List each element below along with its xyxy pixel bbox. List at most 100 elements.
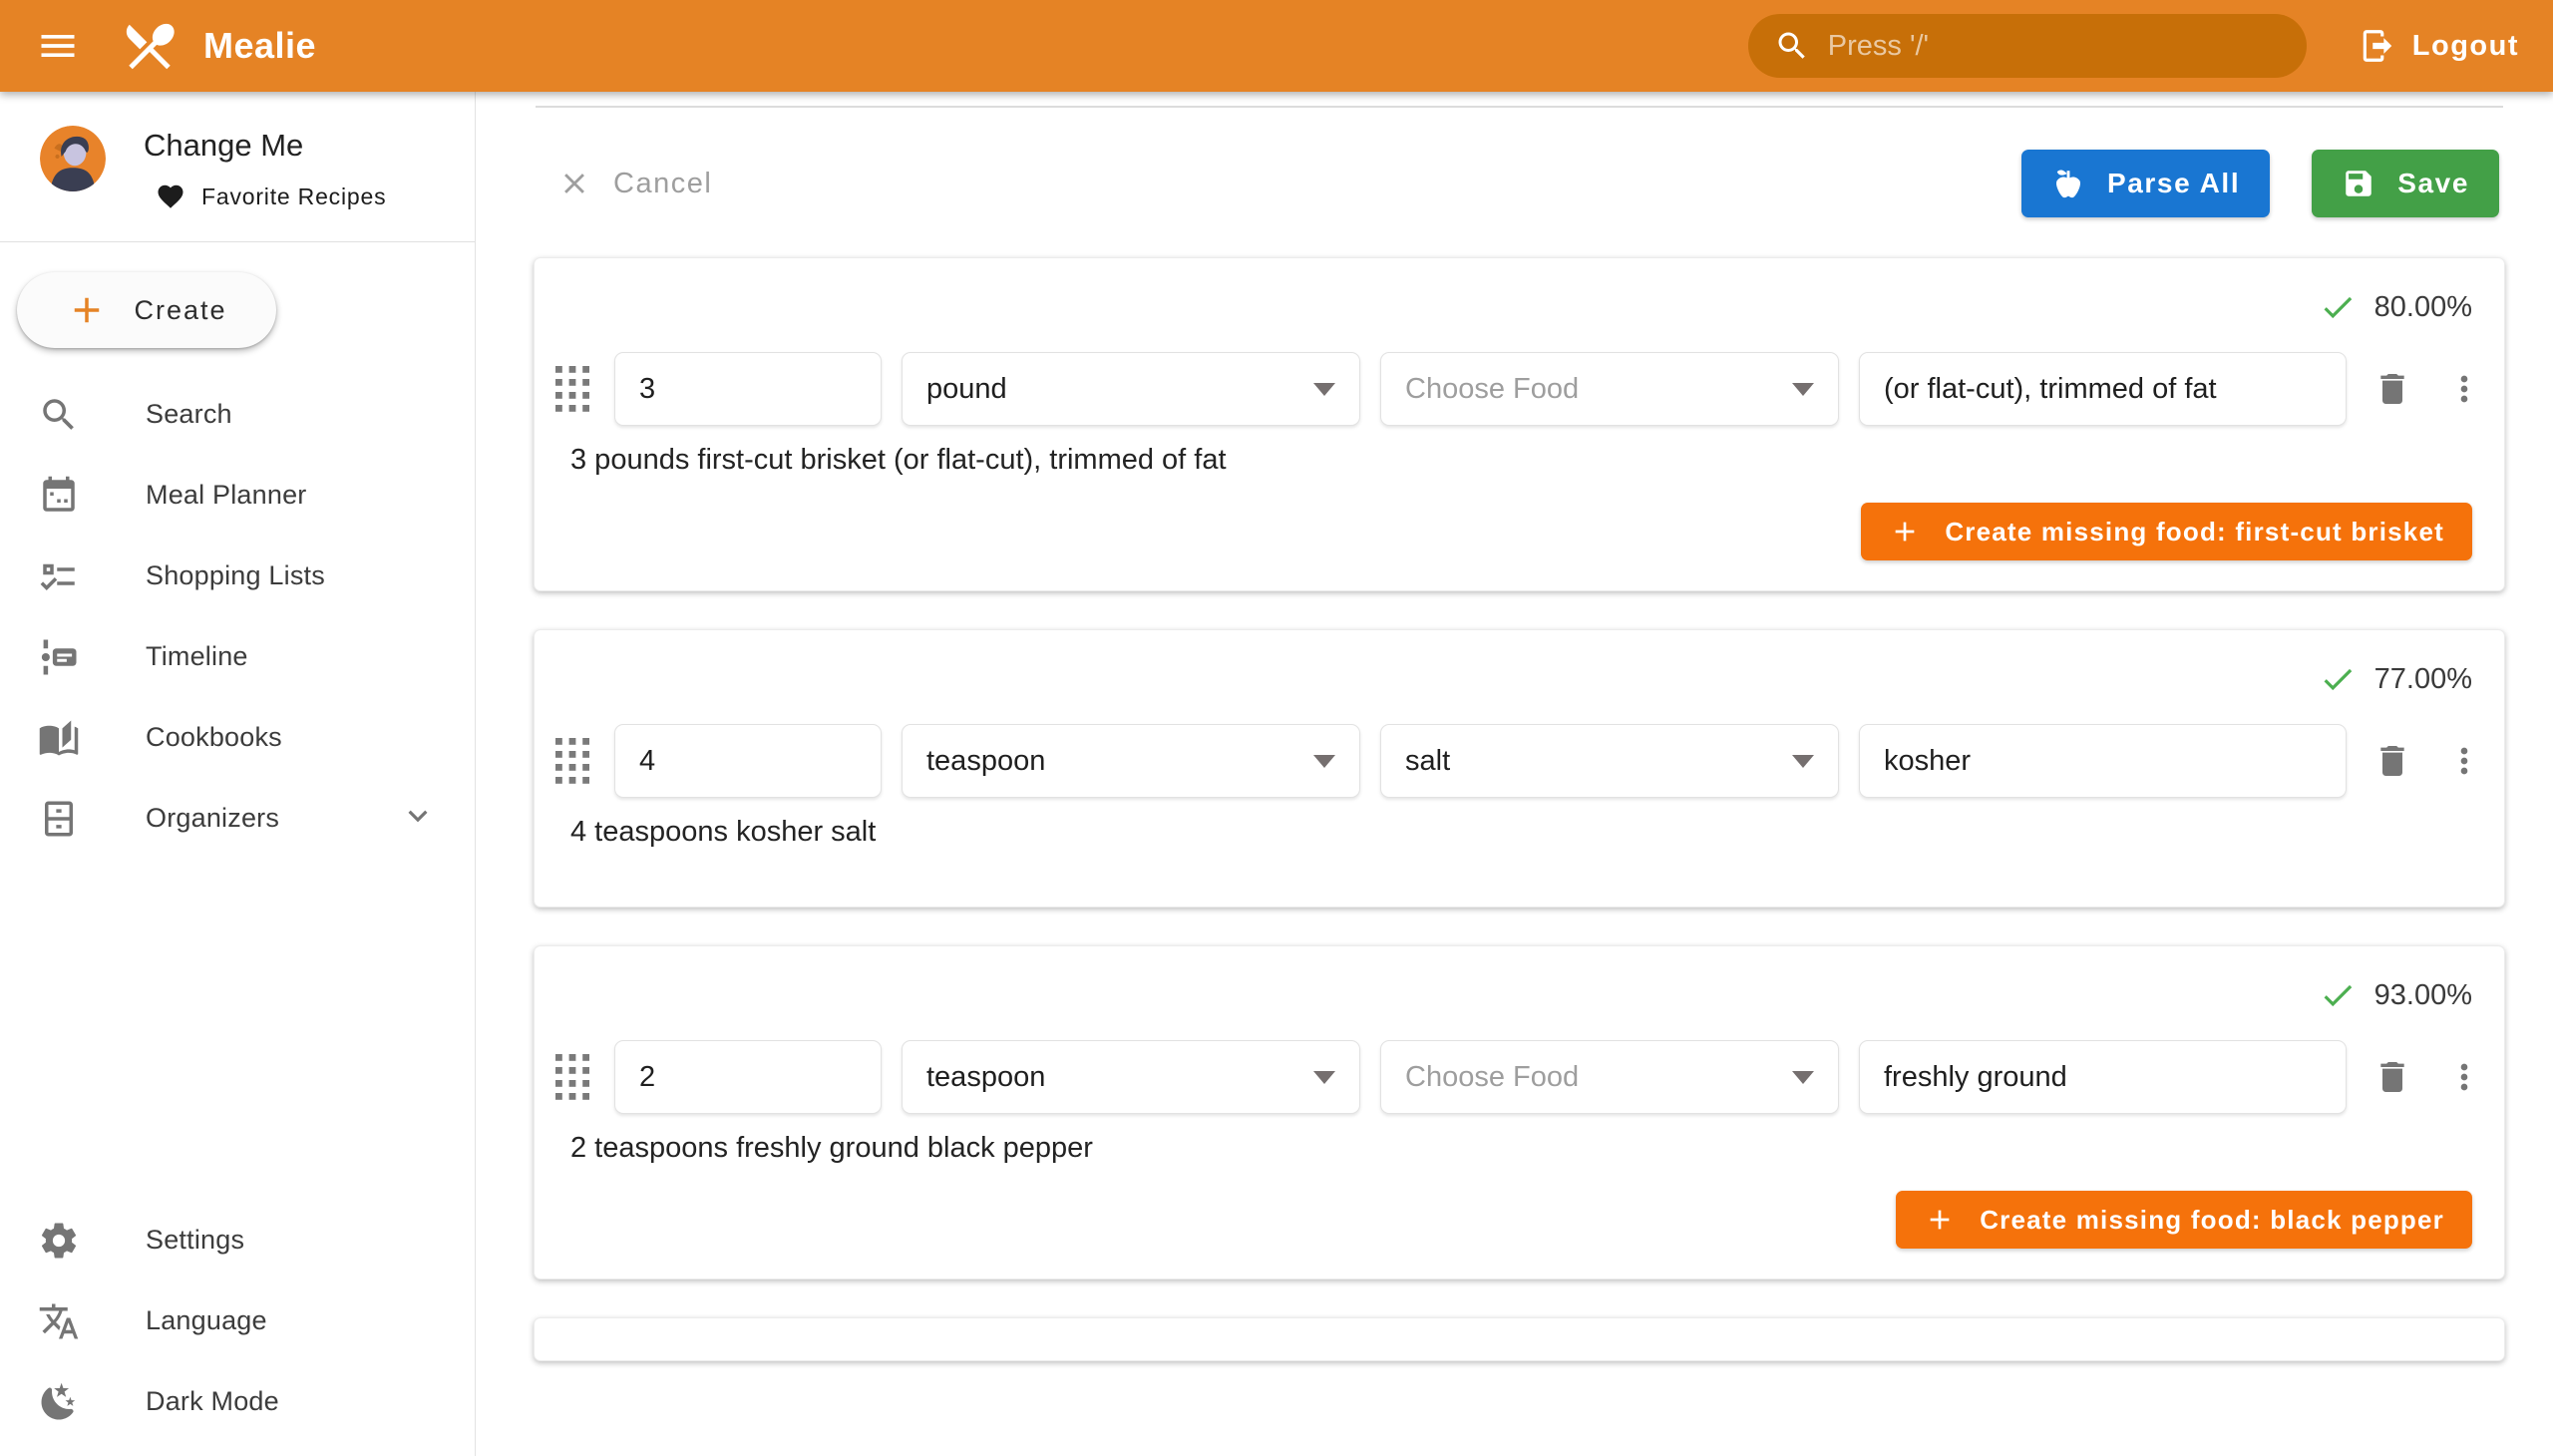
check-icon	[2319, 976, 2357, 1014]
create-missing-food-label: Create missing food: first-cut brisket	[1945, 517, 2444, 547]
dropdown-arrow-icon	[1792, 383, 1814, 396]
sidebar-item-organizers[interactable]: Organizers	[0, 778, 475, 859]
ingredient-card: 77.00% teaspoon salt	[534, 629, 2505, 908]
save-label: Save	[2397, 168, 2469, 199]
app-title: Mealie	[203, 25, 316, 67]
kebab-menu-icon	[2444, 1057, 2484, 1097]
sidebar-item-meal-planner[interactable]: Meal Planner	[0, 455, 475, 536]
close-icon	[557, 167, 591, 200]
confidence-row: 80.00%	[535, 258, 2504, 332]
unit-select[interactable]: pound	[902, 352, 1360, 426]
ingredient-card-partial	[534, 1317, 2505, 1361]
quantity-input[interactable]	[614, 352, 882, 426]
nav-label: Language	[146, 1305, 267, 1336]
food-placeholder: Choose Food	[1405, 373, 1579, 406]
cancel-label: Cancel	[613, 168, 712, 200]
more-options-button[interactable]	[2438, 363, 2490, 415]
nav-label: Cookbooks	[146, 722, 282, 753]
food-select[interactable]: salt	[1380, 724, 1839, 798]
original-ingredient-text: 2 teaspoons freshly ground black pepper	[535, 1122, 2504, 1187]
parse-all-label: Parse All	[2107, 168, 2240, 199]
sidebar-item-search[interactable]: Search	[0, 374, 475, 455]
unit-value: teaspoon	[926, 1061, 1045, 1094]
ingredient-card: 93.00% teaspoon Choose Food	[534, 945, 2505, 1279]
apple-icon	[2051, 167, 2085, 200]
sidebar-item-shopping-lists[interactable]: Shopping Lists	[0, 536, 475, 616]
unit-value: pound	[926, 373, 1007, 406]
ingredient-parser-main: Cancel Parse All Save 80.00%	[476, 92, 2553, 1456]
app-header: Mealie Logout	[0, 0, 2553, 92]
note-input[interactable]	[1859, 1040, 2347, 1114]
favorites-label: Favorite Recipes	[201, 183, 386, 210]
sidebar-bottom-nav: Settings Language Dark Mode	[0, 1200, 475, 1456]
unit-select[interactable]: teaspoon	[902, 724, 1360, 798]
chevron-down-icon[interactable]	[399, 797, 437, 840]
delete-button[interactable]	[2367, 1051, 2418, 1103]
cancel-button[interactable]: Cancel	[557, 167, 712, 200]
drag-handle-icon[interactable]	[550, 733, 594, 789]
nav-label: Shopping Lists	[146, 560, 325, 591]
search-icon	[1774, 28, 1810, 64]
sidebar-item-settings[interactable]: Settings	[0, 1200, 475, 1280]
gear-icon	[38, 1220, 80, 1262]
parse-all-button[interactable]: Parse All	[2021, 150, 2270, 217]
note-input[interactable]	[1859, 352, 2347, 426]
drag-handle-icon[interactable]	[550, 1049, 594, 1105]
search-bar[interactable]	[1748, 14, 2307, 78]
sidebar-item-language[interactable]: Language	[0, 1280, 475, 1361]
sidebar-divider	[0, 241, 475, 242]
ingredient-input-row: pound Choose Food	[535, 332, 2504, 434]
avatar	[40, 126, 106, 191]
mealie-logo-icon	[120, 16, 180, 76]
create-missing-food-button[interactable]: Create missing food: first-cut brisket	[1861, 503, 2472, 560]
delete-button[interactable]	[2367, 363, 2418, 415]
quantity-input[interactable]	[614, 1040, 882, 1114]
create-missing-food-label: Create missing food: black pepper	[1980, 1205, 2444, 1236]
delete-button[interactable]	[2367, 735, 2418, 787]
dropdown-arrow-icon	[1313, 1071, 1335, 1084]
confidence-value: 80.00%	[2374, 291, 2472, 324]
note-input[interactable]	[1859, 724, 2347, 798]
logout-button[interactable]: Logout	[2351, 17, 2527, 75]
plus-icon	[1889, 516, 1921, 547]
parser-toolbar: Cancel Parse All Save	[534, 108, 2505, 257]
save-icon	[2342, 167, 2375, 200]
food-select[interactable]: Choose Food	[1380, 352, 1839, 426]
kebab-menu-icon	[2444, 369, 2484, 409]
missing-food-row: Create missing food: black pepper	[535, 1187, 2504, 1278]
original-ingredient-text: 4 teaspoons kosher salt	[535, 806, 2504, 907]
unit-value: teaspoon	[926, 745, 1045, 778]
quantity-input[interactable]	[614, 724, 882, 798]
check-icon	[2319, 288, 2357, 326]
confidence-value: 93.00%	[2374, 979, 2472, 1012]
sidebar-item-dark-mode[interactable]: Dark Mode	[0, 1361, 475, 1442]
create-button[interactable]: Create	[17, 272, 276, 348]
drag-handle-icon[interactable]	[550, 361, 594, 417]
save-button[interactable]: Save	[2312, 150, 2499, 217]
unit-select[interactable]: teaspoon	[902, 1040, 1360, 1114]
menu-icon[interactable]	[26, 14, 90, 78]
logout-icon	[2359, 27, 2396, 65]
user-profile[interactable]: Change Me Favorite Recipes	[0, 92, 475, 241]
sidebar-item-timeline[interactable]: Timeline	[0, 616, 475, 697]
sidebar-item-cookbooks[interactable]: Cookbooks	[0, 697, 475, 778]
translate-icon	[38, 1300, 80, 1342]
favorite-recipes-link[interactable]: Favorite Recipes	[156, 182, 386, 211]
kebab-menu-icon	[2444, 741, 2484, 781]
nav-label: Organizers	[146, 803, 279, 834]
nav-label: Dark Mode	[146, 1386, 279, 1417]
logout-label: Logout	[2412, 30, 2519, 63]
more-options-button[interactable]	[2438, 735, 2490, 787]
food-select[interactable]: Choose Food	[1380, 1040, 1839, 1114]
more-options-button[interactable]	[2438, 1051, 2490, 1103]
search-input[interactable]	[1828, 30, 2281, 63]
organizers-icon	[38, 798, 80, 840]
heart-icon	[156, 182, 185, 211]
trash-icon	[2372, 741, 2412, 781]
book-icon	[38, 717, 80, 759]
create-missing-food-button[interactable]: Create missing food: black pepper	[1896, 1191, 2472, 1249]
check-icon	[2319, 660, 2357, 698]
ingredient-card: 80.00% pound Choose Food	[534, 257, 2505, 591]
search-icon	[38, 394, 80, 436]
food-placeholder: Choose Food	[1405, 1061, 1579, 1094]
